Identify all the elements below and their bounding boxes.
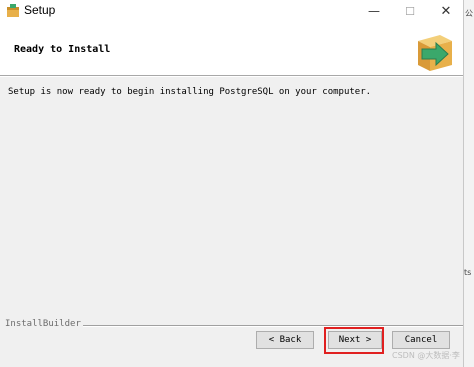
minimize-button[interactable]: — xyxy=(356,0,392,22)
wizard-body: Setup is now ready to begin installing P… xyxy=(0,77,463,367)
watermark: CSDN @大数据·李 xyxy=(392,351,460,360)
box-with-arrow-icon xyxy=(418,35,452,71)
maximize-button[interactable]: ☐ xyxy=(392,0,428,22)
install-description: Setup is now ready to begin installing P… xyxy=(8,87,372,97)
back-button[interactable]: < Back xyxy=(256,331,314,349)
installbuilder-label: InstallBuilder xyxy=(5,319,83,329)
close-button[interactable]: ✕ xyxy=(428,0,464,22)
title-bar: Setup — ☐ ✕ xyxy=(0,0,463,22)
footer-separator-highlight xyxy=(80,326,463,327)
wizard-header: Ready to Install xyxy=(0,22,463,75)
window-title: Setup xyxy=(24,3,56,17)
next-button-highlight-box xyxy=(324,327,384,354)
background-window-edge xyxy=(463,0,474,367)
background-window-text-lower: ts xyxy=(464,268,472,277)
installer-app-icon xyxy=(7,4,19,17)
background-window-text: 公 xyxy=(465,9,473,18)
cancel-button[interactable]: Cancel xyxy=(392,331,450,349)
page-title: Ready to Install xyxy=(14,44,111,55)
